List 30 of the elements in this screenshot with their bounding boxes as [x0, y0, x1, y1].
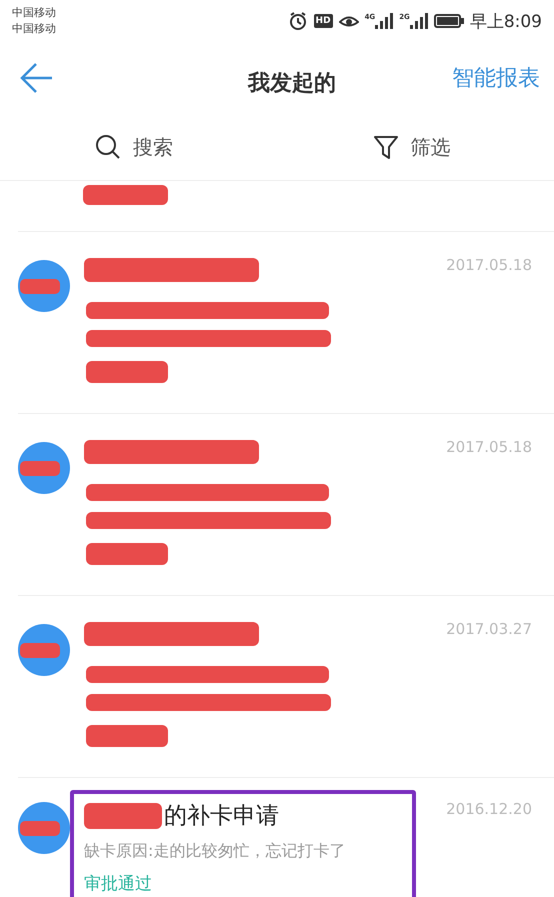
hd-badge: HD: [314, 14, 333, 28]
item-title: 的补卡申请: [164, 802, 279, 831]
battery-icon: [434, 14, 464, 28]
item-date: 2016.12.20: [446, 800, 532, 818]
search-button[interactable]: 搜索: [0, 134, 276, 160]
filter-icon: [372, 134, 398, 160]
report-link[interactable]: 智能报表: [452, 63, 540, 93]
clock-time: 早上8:09: [470, 10, 542, 32]
list-item[interactable]: 的补卡申请 缺卡原因:走的比较匆忙，忘记打卡了 审批通过 2016.12.20: [18, 778, 554, 897]
item-date: 2017.03.27: [446, 620, 532, 638]
item-reason: 缺卡原因:走的比较匆忙，忘记打卡了: [84, 841, 346, 862]
avatar: [18, 442, 70, 494]
signal-icon: [375, 13, 394, 29]
approval-status: 审批通过: [84, 873, 152, 895]
list-item[interactable]: 2017.03.27: [18, 596, 554, 778]
item-date: 2017.05.18: [446, 438, 532, 456]
search-icon: [95, 134, 121, 160]
avatar: [18, 624, 70, 676]
filter-button[interactable]: 筛选: [276, 134, 554, 160]
list-item[interactable]: 2017.05.18: [18, 232, 554, 414]
back-arrow-icon[interactable]: [20, 62, 54, 94]
list-item[interactable]: 2017.05.18: [18, 414, 554, 596]
avatar: [18, 260, 70, 312]
alarm-icon: [288, 11, 308, 31]
item-date: 2017.05.18: [446, 256, 532, 274]
avatar: [18, 802, 70, 854]
page-title: 我发起的: [248, 70, 336, 98]
carrier-name: 中国移动: [12, 21, 56, 37]
signal-icon: [410, 13, 428, 29]
carrier-name: 中国移动: [12, 5, 56, 21]
